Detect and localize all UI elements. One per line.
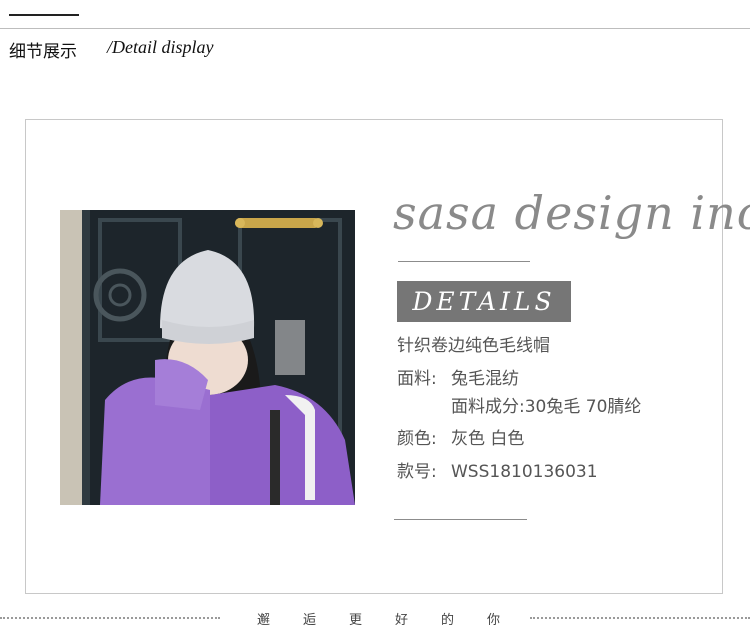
fabric-row: 面料: 兔毛混纺: [397, 364, 519, 389]
brand-underline: [398, 261, 530, 262]
composition-label: 面料成分:: [451, 397, 525, 417]
sku-value: WSS1810136031: [451, 462, 598, 482]
slogan-char: 逅: [303, 613, 317, 628]
product-photo: [60, 210, 355, 505]
model-wearing-hat-image: [60, 210, 355, 505]
fabric-label: 面料:: [397, 369, 437, 389]
top-accent-rule: [9, 14, 79, 16]
details-badge: DETAILS: [397, 281, 571, 322]
footer-dotted-right: [530, 617, 750, 619]
section-subtitle: /Detail display: [107, 37, 214, 57]
slogan-char: 的: [441, 613, 455, 628]
composition-row: 面料成分:30兔毛 70腈纶: [451, 392, 641, 417]
product-name: 针织卷边纯色毛线帽: [397, 336, 550, 356]
color-value: 灰色 白色: [451, 429, 525, 449]
section-title: 细节展示: [9, 42, 77, 62]
slogan-char: 你: [487, 613, 501, 628]
fabric-value: 兔毛混纺: [451, 369, 519, 389]
header-divider: [0, 28, 750, 29]
slogan-char: 邂: [257, 613, 271, 628]
brand-name: sasa design inc: [393, 186, 750, 240]
color-label: 颜色:: [397, 429, 437, 449]
color-row: 颜色: 灰色 白色: [397, 424, 524, 449]
sku-row: 款号: WSS1810136031: [397, 457, 598, 482]
composition-value: 30兔毛 70腈纶: [524, 397, 642, 417]
footer-dotted-left: [0, 617, 220, 619]
sku-label: 款号:: [397, 462, 437, 482]
info-bottom-rule: [394, 519, 527, 520]
slogan-char: 好: [395, 613, 409, 628]
slogan-char: 更: [349, 613, 363, 628]
